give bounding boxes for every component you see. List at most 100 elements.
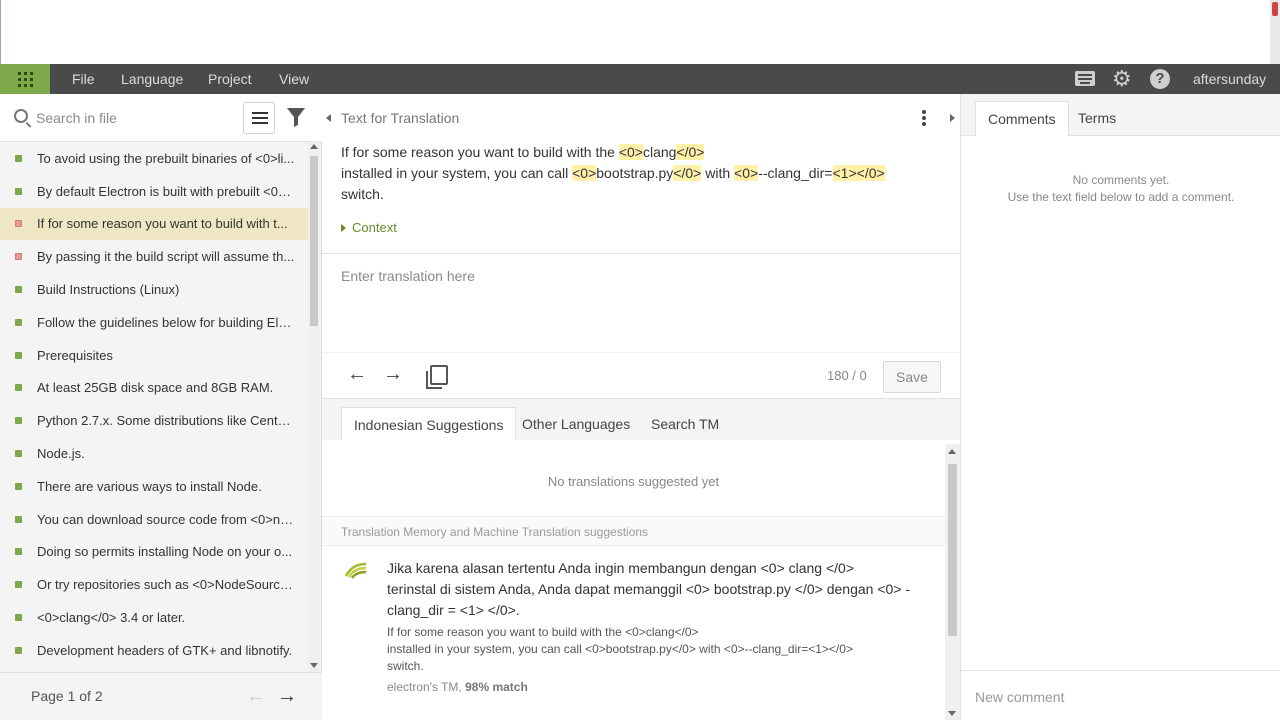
- caret-right-icon: [341, 224, 346, 232]
- editor-toolbar: ← → 180 / 0 Save: [322, 352, 960, 398]
- collapse-right-icon[interactable]: [950, 114, 955, 122]
- user-menu[interactable]: aftersunday: [1193, 64, 1266, 94]
- source-fragment: with: [701, 165, 735, 181]
- segment-row[interactable]: By passing it the build script will assu…: [0, 240, 308, 273]
- placeholder-tag[interactable]: <1>: [832, 165, 857, 181]
- filter-icon[interactable]: [286, 106, 306, 128]
- menu-language[interactable]: Language: [121, 64, 183, 94]
- status-indicator: [15, 384, 22, 392]
- segment-row[interactable]: Follow the guidelines below for building…: [0, 306, 308, 339]
- tm-suggestion-target[interactable]: Jika karena alasan tertentu Anda ingin m…: [387, 558, 912, 621]
- tab-terms[interactable]: Terms: [1066, 101, 1128, 136]
- segment-row[interactable]: Prerequisites: [0, 339, 308, 372]
- scroll-up-arrow[interactable]: [310, 144, 318, 149]
- list-view-button[interactable]: [243, 102, 275, 134]
- no-comments-line2: Use the text field below to add a commen…: [1007, 190, 1235, 204]
- segment-row[interactable]: Python 2.7.x. Some distributions like Ce…: [0, 404, 308, 437]
- scroll-up-arrow[interactable]: [948, 449, 956, 454]
- placeholder-tag[interactable]: </0>: [676, 144, 705, 160]
- segment-text: Prerequisites: [37, 347, 113, 363]
- segment-text: Python 2.7.x. Some distributions like Ce…: [37, 413, 295, 429]
- search-icon: [14, 109, 28, 123]
- apps-button[interactable]: [0, 64, 50, 94]
- source-title: Text for Translation: [341, 110, 460, 126]
- segment-row[interactable]: By default Electron is built with prebui…: [0, 175, 308, 208]
- segment-row[interactable]: If for some reason you want to build wit…: [0, 207, 308, 241]
- tab-indonesian-suggestions[interactable]: Indonesian Suggestions: [341, 407, 517, 441]
- window-control[interactable]: [1272, 2, 1278, 16]
- tab-comments[interactable]: Comments: [975, 101, 1069, 136]
- source-area: Text for Translation If for some reason …: [322, 94, 960, 254]
- suggestion-tabs: Indonesian Suggestions Other Languages S…: [322, 398, 960, 441]
- context-toggle[interactable]: Context: [341, 220, 397, 235]
- placeholder-tag[interactable]: <0>: [734, 165, 759, 181]
- placeholder-tag[interactable]: <0>: [572, 165, 597, 181]
- scroll-thumb[interactable]: [310, 156, 318, 326]
- segment-row[interactable]: To avoid using the prebuilt binaries of …: [0, 142, 308, 175]
- more-options-icon[interactable]: [922, 110, 926, 128]
- save-button[interactable]: Save: [883, 361, 941, 393]
- status-indicator: [15, 515, 22, 523]
- segment-row[interactable]: There are various ways to install Node.: [0, 470, 308, 503]
- scroll-down-arrow[interactable]: [948, 711, 956, 716]
- segment-row[interactable]: <0>clang</0> 3.4 or later.: [0, 601, 308, 634]
- search-input[interactable]: [36, 106, 226, 130]
- segment-row[interactable]: Node.js.: [0, 437, 308, 470]
- status-indicator: [15, 253, 22, 261]
- tm-suggestion-source: If for some reason you want to build wit…: [387, 625, 853, 673]
- previous-segment-button[interactable]: ←: [347, 363, 367, 386]
- status-indicator: [15, 581, 22, 589]
- browser-top-strip: [0, 0, 1280, 64]
- pager: Page 1 of 2 ← →: [0, 672, 322, 720]
- placeholder-tag[interactable]: <0>: [618, 144, 643, 160]
- right-tabs: Comments Terms: [961, 94, 1280, 136]
- help-icon[interactable]: ?: [1150, 69, 1170, 89]
- segment-text: You can download source code from <0>no.…: [37, 511, 295, 527]
- status-indicator: [15, 220, 22, 228]
- machine-translation-icon: [344, 562, 368, 580]
- keyboard-icon[interactable]: [1075, 71, 1095, 86]
- segment-list-scrollbar[interactable]: [308, 142, 320, 672]
- menu-file[interactable]: File: [72, 64, 95, 94]
- segment-text: Or try repositories such as <0>NodeSourc…: [37, 577, 295, 593]
- menu-view[interactable]: View: [279, 64, 309, 94]
- menu-project[interactable]: Project: [208, 64, 252, 94]
- segment-row[interactable]: Development headers of GTK+ and libnotif…: [0, 634, 308, 667]
- status-indicator: [15, 450, 22, 458]
- segment-text: There are various ways to install Node.: [37, 478, 262, 494]
- tab-other-languages[interactable]: Other Languages: [510, 407, 642, 441]
- placeholder-tag[interactable]: </0>: [673, 165, 702, 181]
- segment-row[interactable]: Build Instructions (Linux): [0, 273, 308, 306]
- page-label: Page 1 of 2: [31, 688, 103, 704]
- copy-source-icon[interactable]: [426, 365, 448, 389]
- next-segment-button[interactable]: →: [383, 363, 403, 386]
- source-fragment: installed in your system, you can call: [341, 165, 573, 181]
- segment-row[interactable]: Or try repositories such as <0>NodeSourc…: [0, 568, 308, 601]
- tm-match-score: 98% match: [465, 680, 528, 694]
- translation-input[interactable]: [341, 268, 941, 348]
- comments-panel: Comments Terms No comments yet. Use the …: [960, 94, 1280, 720]
- new-comment-input[interactable]: [975, 685, 1265, 709]
- context-label: Context: [352, 220, 397, 235]
- scroll-thumb[interactable]: [948, 464, 957, 636]
- segment-row[interactable]: Doing so permits installing Node on your…: [0, 536, 308, 569]
- status-indicator: [15, 187, 22, 195]
- placeholder-tag[interactable]: </0>: [856, 165, 885, 181]
- source-fragment: --clang_dir=: [758, 165, 833, 181]
- tm-suggestion-meta: electron's TM, 98% match: [387, 680, 528, 694]
- prev-page-button[interactable]: ←: [246, 685, 266, 708]
- next-page-button[interactable]: →: [277, 685, 297, 708]
- tab-search-tm[interactable]: Search TM: [639, 407, 731, 441]
- scroll-down-arrow[interactable]: [310, 663, 318, 668]
- segment-text: To avoid using the prebuilt binaries of …: [37, 150, 295, 166]
- suggestions-scrollbar[interactable]: [945, 444, 960, 720]
- status-indicator: [15, 417, 22, 425]
- gear-icon[interactable]: ⚙: [1112, 68, 1132, 90]
- collapse-left-icon[interactable]: [326, 114, 331, 122]
- segment-text: Follow the guidelines below for building…: [37, 314, 295, 330]
- status-indicator: [15, 318, 22, 326]
- segment-row[interactable]: You can download source code from <0>no.…: [0, 503, 308, 536]
- status-indicator: [15, 286, 22, 294]
- segment-row[interactable]: At least 25GB disk space and 8GB RAM.: [0, 372, 308, 405]
- apps-grid-icon: [17, 71, 33, 87]
